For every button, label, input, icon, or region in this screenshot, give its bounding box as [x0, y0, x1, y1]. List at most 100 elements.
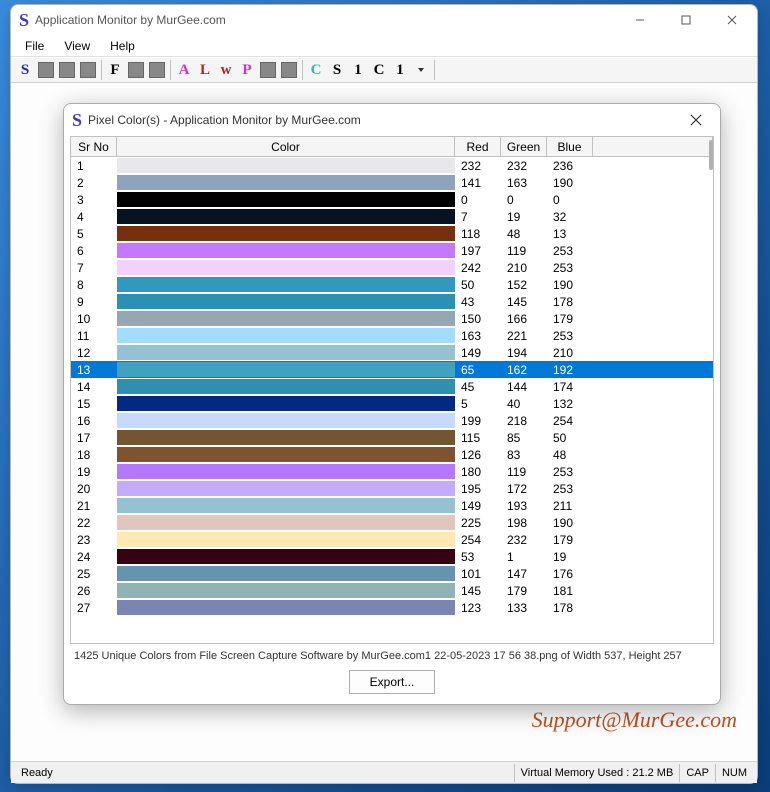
toolbar-btn-1b[interactable]: 1	[390, 60, 410, 80]
cell-green: 193	[501, 497, 547, 514]
cell-green: 179	[501, 582, 547, 599]
cell-srno: 7	[71, 259, 117, 276]
cell-color	[117, 242, 455, 259]
table-row[interactable]: 181268348	[71, 446, 713, 463]
toolbar-btn-f[interactable]: F	[105, 60, 125, 80]
cell-srno: 13	[71, 361, 117, 378]
table-row[interactable]: 943145178	[71, 293, 713, 310]
close-button[interactable]	[709, 6, 755, 34]
color-swatch	[117, 345, 455, 360]
table-row[interactable]: 51184813	[71, 225, 713, 242]
table-row[interactable]: 171158550	[71, 429, 713, 446]
toolbar-btn-s1[interactable]: S	[15, 60, 35, 80]
header-green[interactable]: Green	[501, 137, 547, 156]
cell-blue: 176	[547, 565, 593, 582]
cell-srno: 11	[71, 327, 117, 344]
color-swatch	[117, 175, 455, 190]
cell-red: 225	[455, 514, 501, 531]
cell-color	[117, 174, 455, 191]
dialog-close-button[interactable]	[680, 106, 712, 134]
cell-blue: 236	[547, 157, 593, 174]
toolbar-btn-gray3[interactable]	[78, 60, 98, 80]
grid-scrollbar[interactable]	[708, 140, 714, 630]
statusbar: Ready Virtual Memory Used : 21.2 MB CAP …	[11, 761, 757, 783]
cell-blue: 50	[547, 429, 593, 446]
table-row[interactable]: 850152190	[71, 276, 713, 293]
header-red[interactable]: Red	[455, 137, 501, 156]
toolbar-btn-gray6[interactable]	[258, 60, 278, 80]
table-row[interactable]: 2453119	[71, 548, 713, 565]
toolbar-btn-a[interactable]: A	[174, 60, 194, 80]
header-srno[interactable]: Sr No	[71, 137, 117, 156]
header-blue[interactable]: Blue	[547, 137, 593, 156]
toolbar-btn-c1[interactable]: C	[306, 60, 326, 80]
cell-red: 145	[455, 582, 501, 599]
table-row[interactable]: 25101147176	[71, 565, 713, 582]
table-row[interactable]: 1365162192	[71, 361, 713, 378]
toolbar-btn-gray4[interactable]	[126, 60, 146, 80]
table-row[interactable]: 2141163190	[71, 174, 713, 191]
table-row[interactable]: 7242210253	[71, 259, 713, 276]
cell-color	[117, 310, 455, 327]
toolbar-btn-w[interactable]: w	[216, 60, 236, 80]
toolbar-btn-l[interactable]: L	[195, 60, 215, 80]
menubar: File View Help	[11, 35, 757, 57]
toolbar-btn-1a[interactable]: 1	[348, 60, 368, 80]
cell-color	[117, 480, 455, 497]
color-swatch	[117, 396, 455, 411]
toolbar-btn-p[interactable]: P	[237, 60, 257, 80]
table-row[interactable]: 1232232236	[71, 157, 713, 174]
toolbar-btn-gray1[interactable]	[36, 60, 56, 80]
cell-green: 194	[501, 344, 547, 361]
table-row[interactable]: 3000	[71, 191, 713, 208]
menu-file[interactable]: File	[15, 37, 54, 55]
maximize-button[interactable]	[663, 6, 709, 34]
toolbar-btn-dropdown[interactable]	[411, 60, 431, 80]
table-row[interactable]: 15540132	[71, 395, 713, 412]
grid-body[interactable]: 123223223621411631903000471932511848136 1…	[71, 157, 713, 643]
color-swatch	[117, 294, 455, 309]
toolbar-btn-gray2[interactable]	[57, 60, 77, 80]
cell-green: 145	[501, 293, 547, 310]
cell-red: 180	[455, 463, 501, 480]
toolbar-btn-gray5[interactable]	[147, 60, 167, 80]
cell-blue: 32	[547, 208, 593, 225]
cell-blue: 190	[547, 174, 593, 191]
table-row[interactable]: 6197119253	[71, 242, 713, 259]
status-ready: Ready	[15, 764, 514, 782]
header-color[interactable]: Color	[117, 137, 455, 156]
table-row[interactable]: 10150166179	[71, 310, 713, 327]
table-row[interactable]: 11163221253	[71, 327, 713, 344]
table-row[interactable]: 16199218254	[71, 412, 713, 429]
toolbar-btn-s2[interactable]: S	[327, 60, 347, 80]
table-row[interactable]: 23254232179	[71, 531, 713, 548]
color-swatch	[117, 481, 455, 496]
table-row[interactable]: 21149193211	[71, 497, 713, 514]
table-row[interactable]: 20195172253	[71, 480, 713, 497]
scrollbar-thumb[interactable]	[709, 140, 713, 170]
table-row[interactable]: 1445144174	[71, 378, 713, 395]
cell-blue: 48	[547, 446, 593, 463]
cell-red: 197	[455, 242, 501, 259]
minimize-button[interactable]	[617, 6, 663, 34]
table-row[interactable]: 22225198190	[71, 514, 713, 531]
cell-srno: 4	[71, 208, 117, 225]
table-row[interactable]: 19180119253	[71, 463, 713, 480]
menu-help[interactable]: Help	[100, 37, 145, 55]
cell-green: 166	[501, 310, 547, 327]
cell-srno: 6	[71, 242, 117, 259]
table-row[interactable]: 12149194210	[71, 344, 713, 361]
toolbar-btn-gray7[interactable]	[279, 60, 299, 80]
menu-view[interactable]: View	[54, 37, 100, 55]
cell-blue: 254	[547, 412, 593, 429]
cell-red: 149	[455, 344, 501, 361]
toolbar-btn-c2[interactable]: C	[369, 60, 389, 80]
export-button[interactable]: Export...	[349, 670, 436, 694]
color-swatch	[117, 379, 455, 394]
cell-blue: 211	[547, 497, 593, 514]
table-row[interactable]: 27123133178	[71, 599, 713, 616]
cell-srno: 12	[71, 344, 117, 361]
color-swatch	[117, 532, 455, 547]
table-row[interactable]: 471932	[71, 208, 713, 225]
table-row[interactable]: 26145179181	[71, 582, 713, 599]
